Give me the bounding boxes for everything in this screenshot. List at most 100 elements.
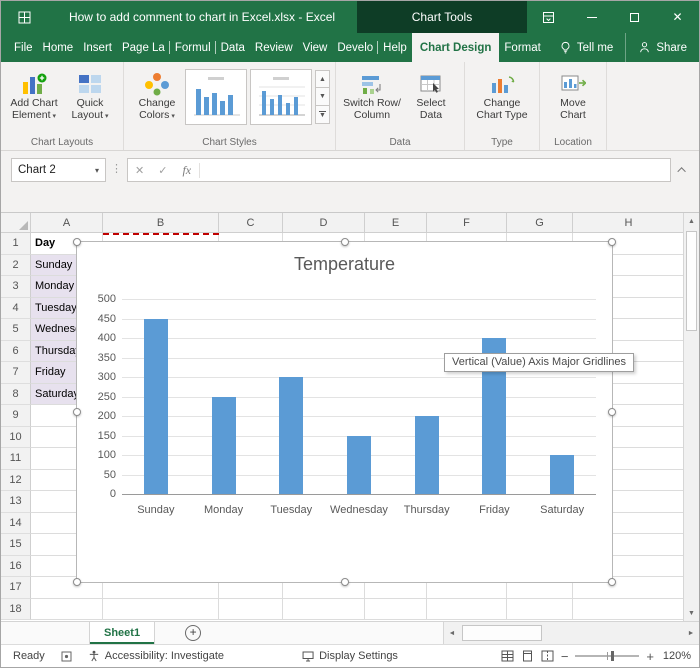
tell-me-button[interactable]: Tell me: [547, 33, 625, 62]
row-header-18[interactable]: 18: [1, 598, 31, 620]
cancel-icon[interactable]: ✕: [128, 164, 151, 177]
column-header-G[interactable]: G: [507, 213, 573, 233]
column-header-H[interactable]: H: [573, 213, 685, 233]
collapse-formula-bar-button[interactable]: [675, 158, 691, 182]
name-box-dropdown-icon[interactable]: ▾: [95, 166, 99, 175]
cell-A18[interactable]: [31, 598, 103, 620]
bar-wednesday[interactable]: [347, 435, 371, 494]
quick-layout-button[interactable]: Quick Layout ▾: [62, 67, 118, 122]
gallery-down-button[interactable]: ▼: [315, 88, 330, 106]
enter-icon[interactable]: ✓: [151, 164, 174, 177]
tab-review[interactable]: Review: [250, 33, 298, 62]
tab-chart-design[interactable]: Chart Design: [411, 33, 500, 62]
gallery-more-button[interactable]: ▼: [315, 106, 330, 124]
chart-style-1-thumbnail[interactable]: [185, 69, 247, 125]
bar-thursday[interactable]: [414, 416, 439, 494]
column-header-F[interactable]: F: [427, 213, 507, 233]
insert-function-button[interactable]: fx: [174, 162, 201, 178]
column-header-D[interactable]: D: [283, 213, 365, 233]
cell-H18[interactable]: [573, 598, 685, 620]
cell-B18[interactable]: [103, 598, 219, 620]
quick-access-grid-icon[interactable]: [1, 11, 47, 24]
chart-style-2-thumbnail[interactable]: [250, 69, 312, 125]
add-sheet-button[interactable]: +: [185, 625, 202, 641]
move-chart-button[interactable]: Move Chart: [545, 67, 601, 122]
scroll-down-button[interactable]: ▼: [684, 605, 699, 621]
bar-saturday[interactable]: [550, 455, 575, 494]
sheet-tab-sheet1[interactable]: Sheet1: [89, 622, 156, 644]
change-chart-type-button[interactable]: Change Chart Type: [470, 67, 534, 122]
chart-handle-middle-right[interactable]: [608, 408, 616, 416]
bar-tuesday[interactable]: [279, 377, 304, 494]
tab-page-la[interactable]: Page La: [117, 33, 170, 62]
tab-data[interactable]: Data: [216, 33, 250, 62]
share-button[interactable]: Share: [625, 33, 699, 62]
tab-formul[interactable]: Formul: [170, 33, 216, 62]
horizontal-scroll-track[interactable]: [460, 622, 683, 644]
chart-handle-bottom-left[interactable]: [73, 578, 81, 586]
cell-D18[interactable]: [283, 598, 365, 620]
horizontal-scroll-thumb[interactable]: [462, 625, 542, 641]
major-gridline-450[interactable]: [122, 318, 596, 320]
tab-help[interactable]: Help: [378, 33, 412, 62]
column-header-C[interactable]: C: [219, 213, 283, 233]
row-header-3[interactable]: 3: [1, 276, 31, 298]
close-button[interactable]: ✕: [656, 1, 699, 33]
major-gridline-300[interactable]: [122, 377, 596, 378]
major-gridline-500[interactable]: [122, 299, 596, 300]
row-header-12[interactable]: 12: [1, 469, 31, 491]
chart-handle-bottom-center[interactable]: [340, 578, 349, 586]
major-gridline-400[interactable]: [122, 338, 596, 339]
tab-view[interactable]: View: [298, 33, 333, 62]
chart-handle-bottom-right[interactable]: [608, 578, 616, 586]
row-header-17[interactable]: 17: [1, 577, 31, 599]
row-header-10[interactable]: 10: [1, 426, 31, 448]
minimize-button[interactable]: [570, 1, 613, 33]
row-header-13[interactable]: 13: [1, 491, 31, 513]
row-header-4[interactable]: 4: [1, 297, 31, 319]
major-gridline-250[interactable]: [122, 396, 596, 398]
row-header-9[interactable]: 9: [1, 405, 31, 427]
display-settings-button[interactable]: Display Settings: [302, 650, 398, 662]
bar-monday[interactable]: [211, 396, 236, 494]
cell-C18[interactable]: [219, 598, 283, 620]
chart[interactable]: 0 50 100 150 200 250 300 350 400 450 500 Sunday Mond…: [73, 238, 616, 586]
column-header-A[interactable]: A: [31, 213, 103, 233]
macro-record-button[interactable]: [61, 651, 72, 662]
scroll-right-button[interactable]: ►: [683, 622, 699, 644]
chart-handle-top-right[interactable]: [608, 238, 616, 246]
row-header-8[interactable]: 8: [1, 383, 31, 405]
row-header-16[interactable]: 16: [1, 555, 31, 577]
vertical-scroll-track[interactable]: [684, 229, 699, 605]
change-colors-button[interactable]: Change Colors ▾: [129, 67, 185, 122]
row-header-2[interactable]: 2: [1, 254, 31, 276]
zoom-slider-thumb[interactable]: [610, 651, 614, 661]
bar-sunday[interactable]: [143, 318, 168, 494]
select-all-corner[interactable]: [1, 213, 31, 233]
chart-handle-middle-left[interactable]: [73, 408, 81, 416]
scroll-left-button[interactable]: ◄: [444, 622, 460, 644]
maximize-button[interactable]: [613, 1, 656, 33]
chart-handle-top-center[interactable]: [340, 238, 349, 246]
normal-view-button[interactable]: [501, 650, 514, 662]
scroll-up-button[interactable]: ▲: [684, 213, 699, 229]
column-header-B[interactable]: B: [103, 213, 219, 233]
switch-row-column-button[interactable]: Switch Row/ Column: [341, 67, 403, 122]
tab-develo[interactable]: Develo: [332, 33, 378, 62]
row-header-5[interactable]: 5: [1, 319, 31, 341]
column-header-E[interactable]: E: [365, 213, 427, 233]
page-layout-view-button[interactable]: [521, 650, 534, 662]
ribbon-display-options-button[interactable]: [527, 1, 570, 33]
tab-file[interactable]: File: [9, 33, 38, 62]
major-gridline-200[interactable]: [122, 416, 596, 417]
horizontal-scrollbar[interactable]: ◄ ►: [443, 622, 699, 644]
cell-F18[interactable]: [427, 598, 507, 620]
tab-home[interactable]: Home: [38, 33, 79, 62]
chart-handle-top-left[interactable]: [73, 238, 81, 246]
add-chart-element-button[interactable]: Add Chart Element ▾: [6, 67, 62, 122]
zoom-in-button[interactable]: +: [646, 649, 654, 664]
formula-input[interactable]: [200, 159, 670, 181]
zoom-level-label[interactable]: 120%: [661, 650, 691, 662]
tab-format[interactable]: Format: [499, 33, 545, 62]
row-header-14[interactable]: 14: [1, 512, 31, 534]
